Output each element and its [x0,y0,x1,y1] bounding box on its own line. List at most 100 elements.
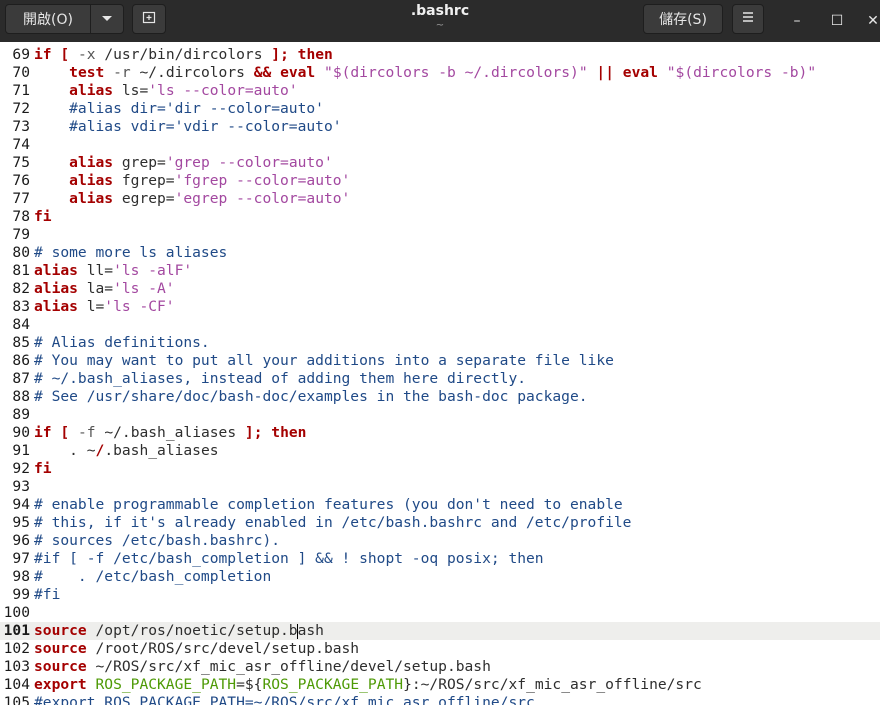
line-number: 79 [12,226,30,243]
line-number: 89 [12,406,30,423]
code-line[interactable]: 98 # . /etc/bash_completion [0,568,880,586]
code-line[interactable]: 74 [0,136,880,154]
save-button[interactable]: 儲存(S) [643,4,723,34]
code-line[interactable]: 100 [0,604,880,622]
line-number: 80 [12,244,30,261]
code-text: #fi [34,586,61,603]
code-line[interactable]: 87 # ~/.bash_aliases, instead of adding t… [0,370,880,388]
line-number: 102 [3,640,30,657]
code-line[interactable]: 76 alias fgrep='fgrep --color=auto' [0,172,880,190]
line-number: 88 [12,388,30,405]
code-text: #if [ -f /etc/bash_completion ] && ! sho… [34,550,544,567]
code-line[interactable]: 82 alias la='ls -A' [0,280,880,298]
code-line[interactable]: 99 #fi [0,586,880,604]
maximize-button[interactable]: ☐ [826,10,848,32]
line-number: 93 [12,478,30,495]
close-button[interactable]: ✕ [862,10,880,32]
code-text: alias fgrep='fgrep --color=auto' [69,172,351,189]
code-text: test -r ~/.dircolors && eval "$(dircolor… [69,64,817,81]
code-text: # sources /etc/bash.bashrc). [34,532,281,549]
code-line[interactable]: 86 # You may want to put all your additio… [0,352,880,370]
save-label: 儲存(S) [659,12,707,28]
code-line[interactable]: 84 [0,316,880,334]
code-text: # some more ls aliases [34,244,228,261]
code-line[interactable]: 96 # sources /etc/bash.bashrc). [0,532,880,550]
line-number: 70 [12,64,30,81]
line-number: 105 [3,694,30,705]
minimize-button[interactable]: – [786,10,808,32]
minimize-icon: – [793,13,801,29]
line-number: 98 [12,568,30,585]
code-text: fi [34,208,52,225]
menu-button[interactable] [732,4,764,34]
code-line[interactable]: 72 #alias dir='dir --color=auto' [0,100,880,118]
line-number: 78 [12,208,30,225]
code-line[interactable]: 94 # enable programmable completion featu… [0,496,880,514]
line-number: 99 [12,586,30,603]
code-line[interactable]: 71 alias ls='ls --color=auto' [0,82,880,100]
code-line[interactable]: 104 export ROS_PACKAGE_PATH=${ROS_PACKAGE… [0,676,880,694]
line-number: 90 [12,424,30,441]
line-number: 97 [12,550,30,567]
line-number: 73 [12,118,30,135]
code-line[interactable]: 69 if [ -x /usr/bin/dircolors ]; then [0,46,880,64]
code-text: alias ls='ls --color=auto' [69,82,298,99]
code-line[interactable]: 97 #if [ -f /etc/bash_completion ] && ! s… [0,550,880,568]
code-line[interactable]: 85 # Alias definitions. [0,334,880,352]
code-text: export ROS_PACKAGE_PATH=${ROS_PACKAGE_PA… [34,676,702,693]
code-text: fi [34,460,52,477]
line-number: 92 [12,460,30,477]
line-number: 86 [12,352,30,369]
code-line[interactable]: 81 alias ll='ls -alF' [0,262,880,280]
line-number: 76 [12,172,30,189]
code-line[interactable]: 103 source ~/ROS/src/xf_mic_asr_offline/d… [0,658,880,676]
code-text: . ~/.bash_aliases [34,442,219,459]
code-text: # enable programmable completion feature… [34,496,623,513]
code-line[interactable]: 102 source /root/ROS/src/devel/setup.bash [0,640,880,658]
line-number: 81 [12,262,30,279]
code-line[interactable]: 93 [0,478,880,496]
line-number: 101 [3,622,30,639]
code-text: source /opt/ros/noetic/setup.bash [34,622,324,639]
code-line[interactable]: 101 source /opt/ros/noetic/setup.bash [0,622,880,640]
code-text: # . /etc/bash_completion [34,568,272,585]
code-line[interactable]: 105 #export ROS_PACKAGE_PATH=~/ROS/src/xf… [0,694,880,705]
close-icon: ✕ [867,13,879,29]
code-text: # ~/.bash_aliases, instead of adding the… [34,370,527,387]
code-text: alias ll='ls -alF' [34,262,193,279]
code-line[interactable]: 95 # this, if it's already enabled in /et… [0,514,880,532]
code-line[interactable]: 79 [0,226,880,244]
code-line[interactable]: 92 fi [0,460,880,478]
code-line[interactable]: 70 test -r ~/.dircolors && eval "$(dirco… [0,64,880,82]
line-number: 96 [12,532,30,549]
code-line[interactable]: 80 # some more ls aliases [0,244,880,262]
code-line[interactable]: 89 [0,406,880,424]
line-number: 95 [12,514,30,531]
line-number: 104 [3,676,30,693]
code-line[interactable]: 83 alias l='ls -CF' [0,298,880,316]
code-line[interactable]: 90 if [ -f ~/.bash_aliases ]; then [0,424,880,442]
line-number: 87 [12,370,30,387]
code-text: #alias dir='dir --color=auto' [34,100,324,117]
code-text: alias grep='grep --color=auto' [69,154,333,171]
line-number: 72 [12,100,30,117]
code-line[interactable]: 88 # See /usr/share/doc/bash-doc/examples… [0,388,880,406]
code-line[interactable]: 77 alias egrep='egrep --color=auto' [0,190,880,208]
line-number: 83 [12,298,30,315]
code-line[interactable]: 91 . ~/.bash_aliases [0,442,880,460]
line-number: 82 [12,280,30,297]
code-text: #export ROS_PACKAGE_PATH=~/ROS/src/xf_mi… [34,694,535,705]
line-number: 77 [12,190,30,207]
line-number: 75 [12,154,30,171]
code-text: source /root/ROS/src/devel/setup.bash [34,640,360,657]
code-text: # You may want to put all your additions… [34,352,614,369]
code-text: alias egrep='egrep --color=auto' [69,190,351,207]
code-text: if [ -f ~/.bash_aliases ]; then [34,424,307,441]
code-line[interactable]: 78 fi [0,208,880,226]
line-number: 94 [12,496,30,513]
hamburger-menu-icon [741,11,755,27]
code-line[interactable]: 75 alias grep='grep --color=auto' [0,154,880,172]
code-line[interactable]: 73 #alias vdir='vdir --color=auto' [0,118,880,136]
text-editor[interactable]: 69 if [ -x /usr/bin/dircolors ]; then 70 t… [0,46,880,705]
code-text: alias l='ls -CF' [34,298,175,315]
